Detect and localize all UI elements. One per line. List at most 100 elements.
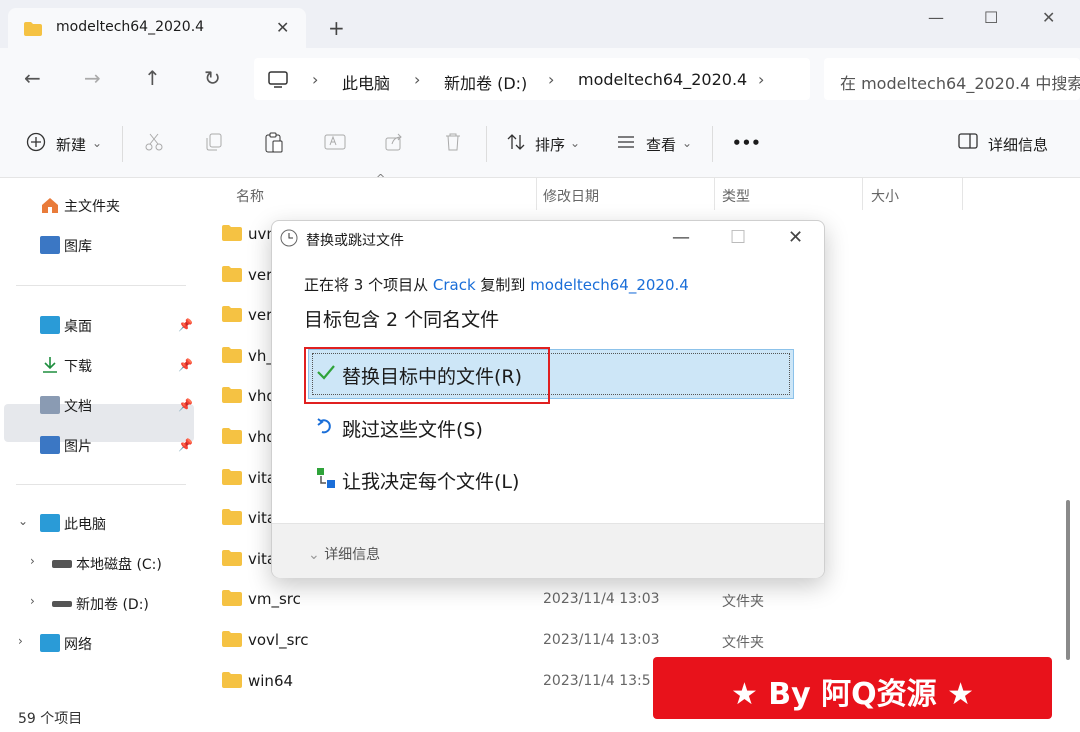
back-button[interactable]: ← (24, 66, 41, 90)
close-window-button[interactable]: ✕ (1042, 8, 1055, 27)
scrollbar-thumb[interactable] (1066, 500, 1070, 660)
folder-icon (222, 387, 242, 404)
file-row[interactable]: ver (222, 265, 273, 284)
sidebar-item-downloads[interactable]: 下载 (40, 356, 92, 376)
column-separator[interactable] (714, 178, 715, 210)
new-button[interactable]: 新建 (56, 134, 86, 155)
file-name: ver (248, 265, 273, 284)
file-row[interactable]: vita (222, 509, 276, 527)
minimize-button[interactable]: — (928, 8, 944, 27)
column-name[interactable]: 名称 (236, 186, 264, 206)
sort-ascending-icon: ^ (376, 172, 386, 185)
address-bar[interactable]: › 此电脑 › 新加卷 (D:) › modeltech64_2020.4 › (254, 58, 810, 100)
source-folder-link[interactable]: Crack (433, 276, 476, 294)
file-row[interactable]: vhd (222, 428, 276, 446)
rename-icon[interactable] (324, 132, 346, 152)
sidebar-item-gallery[interactable]: 图库 (40, 236, 92, 256)
sidebar-item-label: 图库 (64, 239, 92, 255)
pin-icon: 📌 (178, 358, 193, 372)
tab-close-icon[interactable]: ✕ (276, 18, 289, 37)
file-row[interactable]: win64 (222, 671, 293, 690)
sidebar-item-label: 文档 (64, 399, 92, 415)
column-type[interactable]: 类型 (722, 186, 750, 206)
share-icon[interactable] (384, 132, 404, 152)
file-type: 文件夹 (722, 635, 764, 651)
file-row[interactable]: ver (222, 306, 272, 324)
folder-icon (222, 428, 242, 444)
folder-icon (222, 265, 242, 282)
title-bar: modeltech64_2020.4 ✕ + — ☐ ✕ (0, 0, 1080, 48)
drive-icon (52, 601, 72, 607)
view-button[interactable]: 查看 (646, 134, 676, 155)
replace-or-skip-dialog: 替换或跳过文件 — ☐ ✕ 正在将 3 个项目从 Crack 复制到 model… (271, 220, 825, 578)
details-button[interactable]: 详细信息 (988, 134, 1048, 155)
sidebar-item-network[interactable]: 网络 (40, 634, 92, 654)
drive-icon (52, 560, 72, 568)
paste-icon[interactable] (264, 132, 284, 153)
view-icon (616, 132, 636, 152)
column-separator[interactable] (962, 178, 963, 210)
sidebar-item-documents[interactable]: 文档 (40, 396, 92, 416)
column-separator[interactable] (862, 178, 863, 210)
sidebar-divider (16, 484, 186, 485)
up-button[interactable]: ↑ (144, 66, 161, 90)
sidebar-item-pictures[interactable]: 图片 (40, 436, 92, 456)
file-row[interactable]: vh_ (222, 346, 274, 365)
folder-icon (222, 306, 242, 323)
file-date: 2023/11/4 13:03 (543, 632, 660, 648)
chevron-right-icon[interactable]: › (30, 594, 35, 608)
divider (712, 126, 713, 162)
sidebar-item-label: 图片 (64, 439, 92, 455)
breadcrumb-sep: › (312, 70, 319, 89)
breadcrumb-modeltech[interactable]: modeltech64_2020.4 (578, 70, 747, 89)
network-icon (40, 634, 60, 652)
file-row[interactable]: vita (222, 468, 276, 487)
sort-button[interactable]: 排序 (535, 134, 565, 155)
decide-option[interactable]: 让我决定每个文件(L) (342, 467, 519, 494)
destination-folder-link[interactable]: modeltech64_2020.4 (530, 276, 689, 294)
skip-option[interactable]: 跳过这些文件(S) (342, 415, 483, 442)
cut-icon[interactable] (144, 132, 164, 152)
file-row[interactable]: vm_src (222, 590, 301, 608)
maximize-button[interactable]: ☐ (984, 8, 998, 27)
more-options-button[interactable]: ••• (732, 134, 761, 152)
file-date: 2023/11/4 13:03 (543, 591, 660, 608)
download-icon (40, 356, 60, 374)
file-row[interactable]: vovl_src (222, 631, 309, 649)
sidebar-item-new-volume[interactable]: 新加卷 (D:) (52, 594, 149, 614)
sidebar-item-this-pc[interactable]: 此电脑 (40, 514, 106, 534)
breadcrumb-this-pc[interactable]: 此电脑 (342, 70, 390, 94)
search-input[interactable]: 在 modeltech64_2020.4 中搜索 (840, 70, 1080, 94)
desktop-icon (40, 316, 60, 334)
dialog-minimize-button[interactable]: — (672, 227, 690, 248)
breadcrumb-new-volume[interactable]: 新加卷 (D:) (444, 70, 527, 94)
file-type: 文件夹 (722, 594, 764, 611)
chevron-down-icon[interactable]: ⌄ (18, 514, 28, 528)
delete-icon[interactable] (444, 132, 464, 152)
chevron-right-icon[interactable]: › (30, 554, 35, 568)
sidebar-divider (16, 285, 186, 286)
file-row[interactable]: vita (222, 549, 276, 568)
details-pane-icon (958, 132, 978, 152)
dialog-close-button[interactable]: ✕ (788, 227, 803, 248)
chevron-right-icon[interactable]: › (18, 634, 23, 648)
column-size[interactable]: 大小 (871, 186, 899, 206)
file-row[interactable]: vhd (222, 387, 276, 405)
sidebar-item-local-disk[interactable]: 本地磁盘 (C:) (52, 554, 162, 574)
refresh-button[interactable]: ↻ (204, 66, 221, 90)
more-details-toggle[interactable]: ⌄ 详细信息 (308, 544, 380, 564)
copy-icon[interactable] (204, 132, 224, 152)
column-modified[interactable]: 修改日期 (543, 186, 599, 206)
tab-title: modeltech64_2020.4 (56, 19, 205, 35)
search-box[interactable]: 在 modeltech64_2020.4 中搜索 (824, 58, 1080, 100)
sidebar-item-desktop[interactable]: 桌面 (40, 316, 92, 336)
home-icon (40, 196, 60, 214)
new-tab-button[interactable]: + (328, 18, 345, 38)
file-name: ver (248, 306, 273, 325)
pin-icon: 📌 (178, 398, 193, 412)
tab-modeltech[interactable]: modeltech64_2020.4 ✕ (8, 8, 306, 48)
column-separator[interactable] (536, 178, 537, 210)
forward-button[interactable]: → (84, 66, 101, 90)
sidebar-item-home[interactable]: 主文件夹 (40, 196, 120, 216)
new-icon (26, 132, 46, 152)
